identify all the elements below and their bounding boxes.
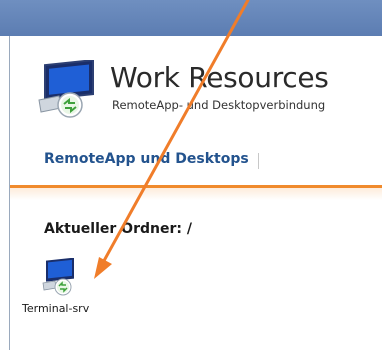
accent-band: [10, 186, 382, 200]
tab-separator: [258, 153, 259, 169]
tab-remoteapp-desktops[interactable]: RemoteApp und Desktops: [44, 151, 249, 167]
remote-desktop-header-icon: [38, 60, 94, 118]
remote-desktop-icon: [42, 258, 74, 296]
top-bar: [0, 0, 382, 36]
accent-line: [10, 185, 382, 188]
resource-label: Terminal-srv: [22, 302, 90, 315]
remote-resource-terminal-srv[interactable]: Terminal-srv: [22, 254, 98, 320]
page-subtitle: RemoteApp- und Desktopverbindung: [112, 98, 326, 112]
current-folder-label: Aktueller Ordner: /: [44, 221, 192, 237]
page-title: Work Resources: [110, 61, 329, 94]
